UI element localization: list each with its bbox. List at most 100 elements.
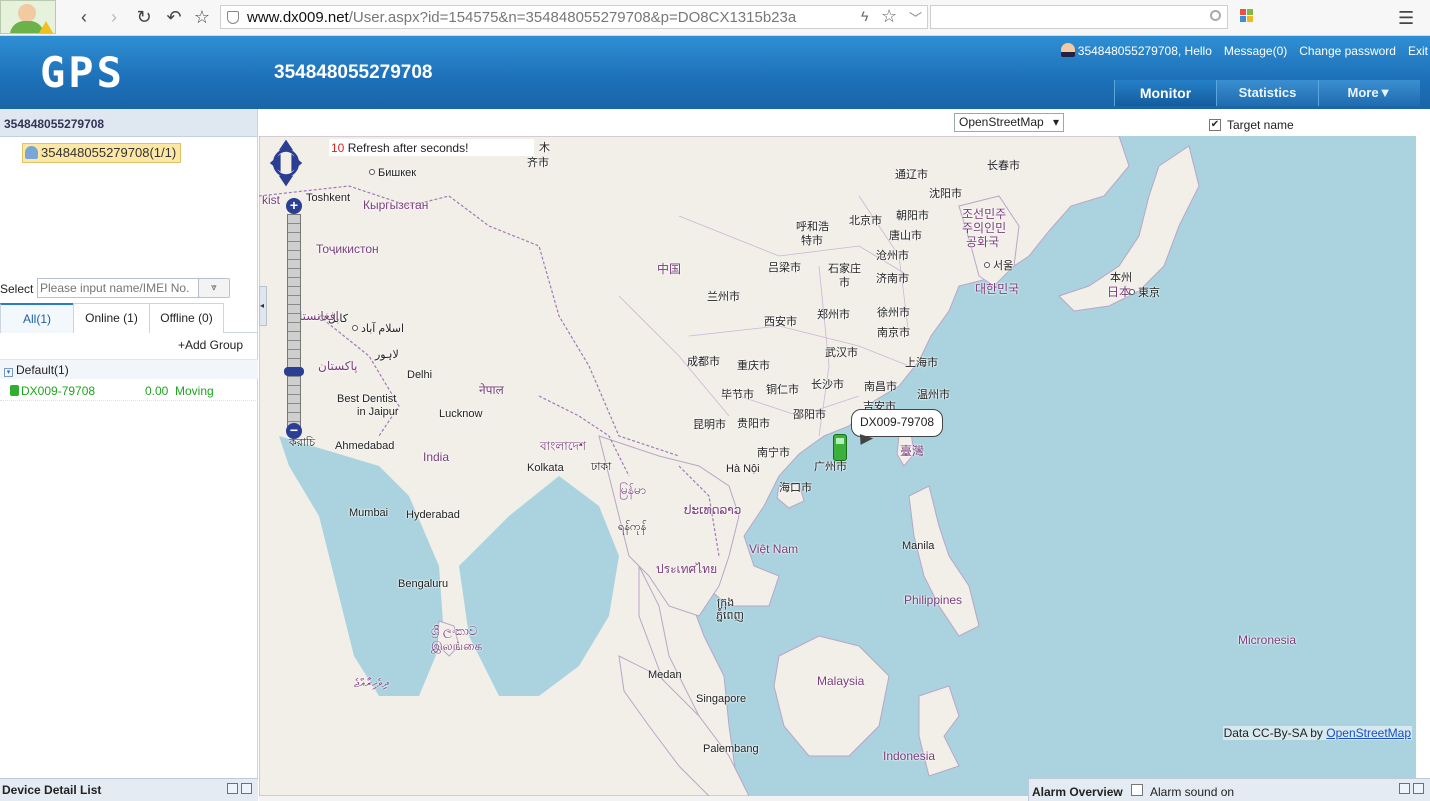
map-place-label: ঢাকা	[591, 461, 612, 473]
tab-monitor[interactable]: Monitor	[1114, 80, 1216, 106]
apps-grid-icon[interactable]	[1240, 9, 1254, 23]
checkbox-checked-icon[interactable]: ✔	[1209, 119, 1221, 131]
zoom-in-button[interactable]: +	[286, 198, 302, 214]
map-place-label: 서울	[984, 257, 1013, 273]
user-icon	[1060, 43, 1075, 57]
map-place-label: 徐州市	[877, 307, 910, 319]
openstreetmap-link[interactable]: OpenStreetMap	[1326, 726, 1411, 740]
app-header: GPS 354848055279708 354848055279708, Hel…	[0, 36, 1430, 109]
target-name-toggle[interactable]: ✔ Target name	[1209, 118, 1294, 132]
map-place-label: 臺灣	[900, 444, 925, 458]
map-place-label: Palembang	[703, 743, 759, 755]
alarm-overview-title: Alarm Overview	[1032, 785, 1123, 799]
map-place-label: 成都市	[687, 356, 720, 368]
user-avatar-icon[interactable]	[0, 0, 56, 34]
map-place-label: 济南市	[876, 273, 909, 285]
map-place-label: Toshkent	[306, 192, 351, 204]
vehicle-icon	[10, 385, 19, 396]
change-password-link[interactable]: Change password	[1299, 44, 1396, 58]
expand-down-icon[interactable]: ⩔	[198, 278, 230, 298]
favorite-star-icon[interactable]: ☆	[881, 6, 897, 27]
map-place-label: नेपाल	[479, 383, 504, 397]
refresh-text: Refresh after seconds!	[347, 141, 469, 155]
map-place-label: 邵阳市	[793, 409, 826, 421]
map-place-label: 日本	[1107, 285, 1132, 299]
map-place-label: 郑州市	[817, 309, 850, 321]
alarm-sound-checkbox[interactable]	[1131, 784, 1143, 796]
minimize-icon[interactable]	[227, 783, 238, 794]
browser-toolbar: ‹ › ↻ ↶ ☆ www.dx009.net/User.aspx?id=154…	[0, 0, 1430, 36]
device-detail-list-bar[interactable]: Device Detail List	[0, 778, 258, 801]
map-zoom-control: + −	[268, 136, 308, 446]
zoom-slider[interactable]	[287, 214, 301, 430]
map-place-label: 长沙市	[811, 379, 844, 391]
map-view[interactable]: 木齐市 Бишкек Toshkent Кыргызстан Тоҷикистон kis…	[259, 136, 1416, 796]
alarm-overview-bar[interactable]: Alarm Overview Alarm sound on	[1028, 778, 1430, 801]
lightning-icon[interactable]: ϟ	[861, 8, 868, 24]
map-attribution: Data CC-By-SA by OpenStreetMap	[1222, 726, 1412, 740]
map-place-label: 東京	[1129, 284, 1160, 300]
group-row[interactable]: ▾ Default(1)	[0, 359, 258, 379]
map-place-label: 武汉市	[825, 347, 858, 359]
zoom-out-button[interactable]: −	[286, 423, 302, 439]
map-place-label: Бишкек	[369, 167, 416, 179]
map-place-label: বাংলাদেশ	[540, 439, 586, 453]
tab-more[interactable]: More▼	[1318, 80, 1420, 106]
user-greeting-text: 354848055279708, Hello	[1077, 44, 1212, 58]
map-place-label: India	[423, 450, 450, 464]
reload-icon[interactable]: ↻	[132, 6, 156, 28]
hamburger-menu-icon[interactable]: ☰	[1398, 8, 1414, 29]
restore-icon[interactable]	[241, 783, 252, 794]
undo-icon[interactable]: ↶	[162, 6, 186, 28]
bookmark-star-icon[interactable]: ☆	[190, 6, 214, 28]
chevron-down-icon[interactable]: ﹀	[909, 8, 922, 27]
refresh-indicator: 10 Refresh after seconds!	[329, 139, 534, 156]
forward-icon[interactable]: ›	[102, 6, 126, 28]
back-icon[interactable]: ‹	[72, 6, 96, 28]
map-place-label: မြန်မာ	[619, 483, 646, 497]
map-place-label: 朝阳市	[896, 210, 929, 222]
map-provider-select[interactable]: OpenStreetMap ▾	[954, 113, 1064, 132]
exit-link[interactable]: Exit	[1408, 44, 1428, 58]
vehicle-label-popup[interactable]: DX009-79708	[851, 409, 944, 437]
collapse-sidebar-icon[interactable]: ◂	[259, 286, 267, 326]
target-name-label: Target name	[1227, 118, 1294, 132]
vehicle-marker-icon[interactable]	[833, 434, 847, 461]
account-tree-node[interactable]: 354848055279708(1/1)	[22, 143, 182, 163]
search-icon[interactable]	[1210, 10, 1221, 21]
tab-all[interactable]: All(1)	[0, 303, 74, 333]
map-bottom-strip	[259, 796, 1028, 801]
device-speed: 0.00	[145, 384, 169, 398]
map-place-label: 南宁市	[757, 447, 790, 459]
tab-statistics[interactable]: Statistics	[1216, 80, 1318, 106]
tab-online[interactable]: Online (1)	[73, 303, 150, 333]
restore-icon[interactable]	[1413, 783, 1424, 794]
map-place-label: Ahmedabad	[335, 440, 395, 452]
select-label: Select :	[0, 282, 41, 296]
device-sidebar: 354848055279708 354848055279708(1/1) Sel…	[0, 109, 258, 801]
address-bar[interactable]: www.dx009.net/User.aspx?id=154575&n=3548…	[220, 5, 928, 29]
alarm-sound-label: Alarm sound on	[1150, 785, 1235, 799]
map-place-label: 特市	[801, 235, 823, 247]
zoom-slider-handle[interactable]	[284, 367, 304, 376]
map-place-label: 中国	[657, 262, 682, 276]
message-link[interactable]: Message(0)	[1224, 44, 1287, 58]
map-place-label: لاہور	[375, 349, 399, 361]
device-name: DX009-79708	[21, 384, 96, 398]
device-select-row: Select : ⩔	[0, 277, 258, 301]
map-place-label: Kolkata	[527, 462, 564, 474]
add-group-button[interactable]: +Add Group	[178, 338, 243, 352]
tree-node-label: 354848055279708(1/1)	[41, 145, 177, 160]
collapse-toggle-icon[interactable]: ▾	[4, 368, 13, 377]
pan-arrows-icon[interactable]	[268, 136, 304, 190]
map-place-label: Bengaluru	[398, 578, 449, 590]
browser-search-input[interactable]	[930, 5, 1228, 29]
device-search-input[interactable]	[37, 278, 199, 298]
device-list-item[interactable]: DX009-79708 0.00 Moving	[0, 381, 258, 401]
minimize-icon[interactable]	[1399, 783, 1410, 794]
map-place-label: Кыргызстан	[363, 198, 429, 212]
map-place-label: ປະເທດລາວ	[684, 503, 742, 517]
tab-offline[interactable]: Offline (0)	[149, 303, 224, 333]
map-place-label: Manila	[902, 540, 935, 552]
map-place-label: 重庆市	[737, 360, 770, 372]
